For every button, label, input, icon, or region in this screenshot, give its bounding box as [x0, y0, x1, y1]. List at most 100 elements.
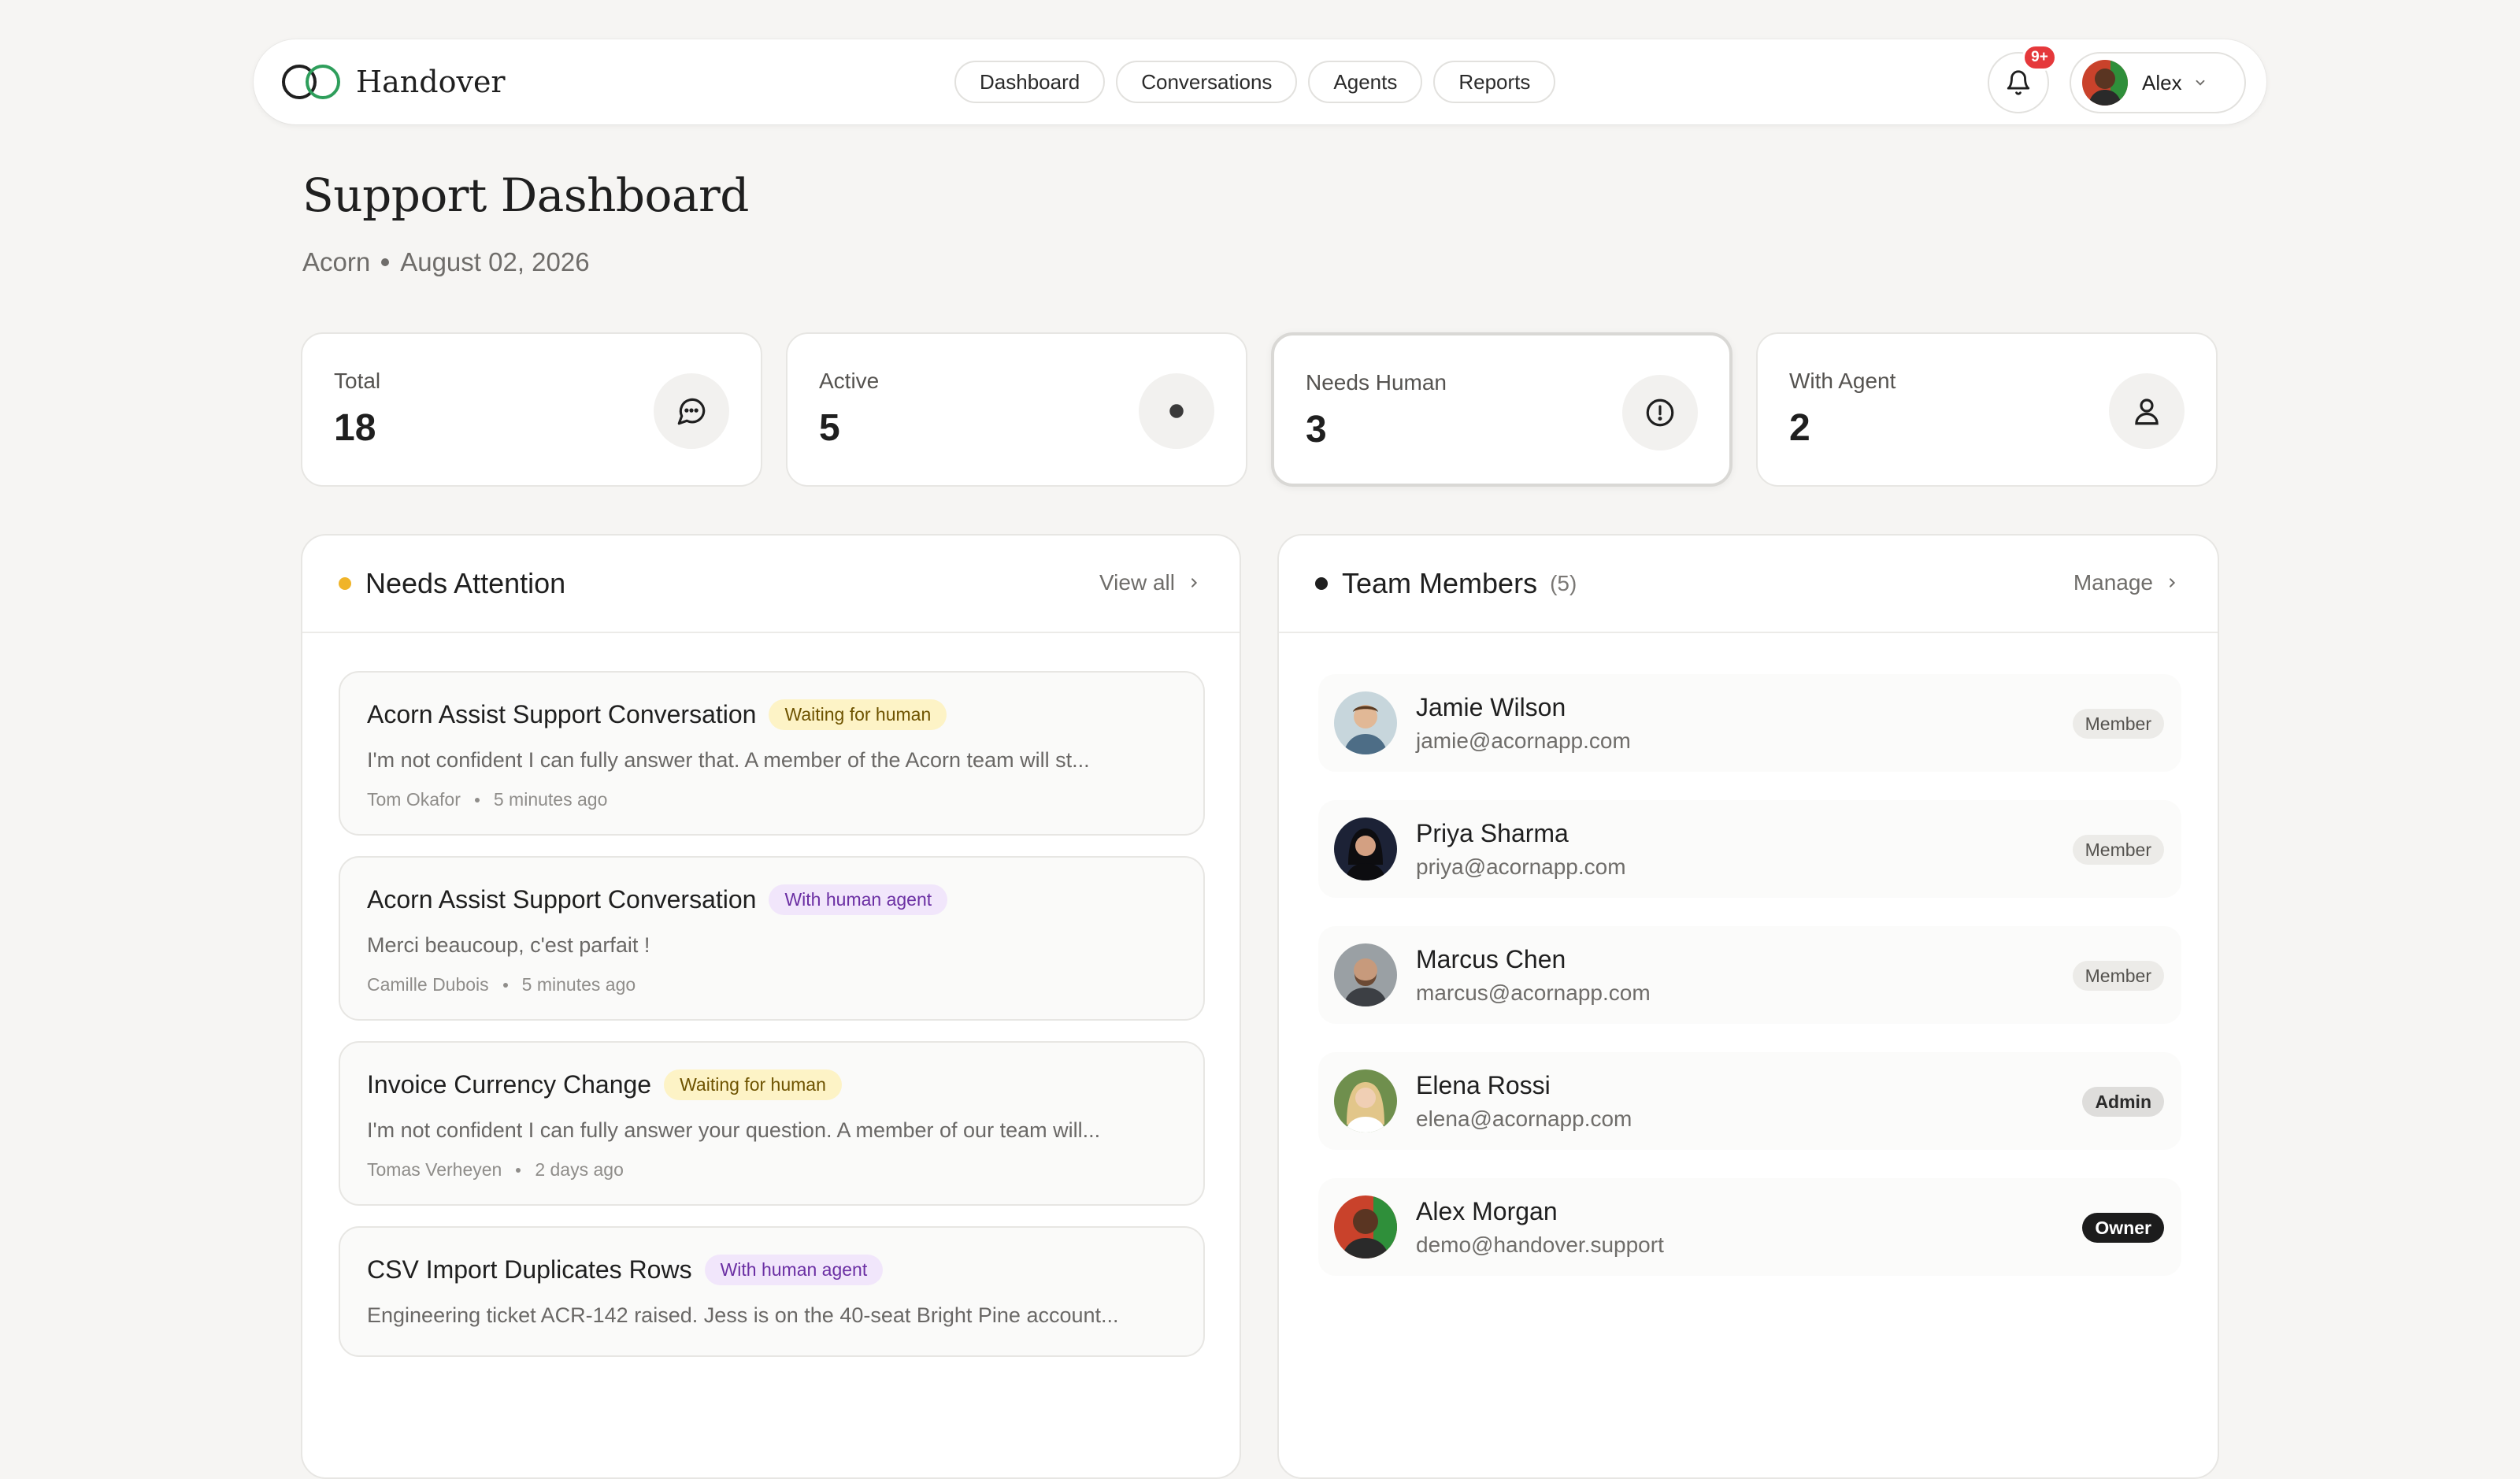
- role-badge: Member: [2072, 709, 2164, 739]
- member-row[interactable]: Priya Sharma priya@acornapp.com Member: [1318, 800, 2181, 898]
- member-row[interactable]: Jamie Wilson jamie@acornapp.com Member: [1318, 674, 2181, 772]
- top-navigation-bar: Handover Dashboard Conversations Agents …: [254, 39, 2266, 124]
- stat-card-with-agent[interactable]: With Agent 2: [1756, 332, 2218, 487]
- conversation-author: Tomas Verheyen: [367, 1159, 502, 1180]
- member-name: Priya Sharma: [1416, 818, 1569, 847]
- member-email: jamie@acornapp.com: [1416, 728, 1631, 753]
- member-name: Marcus Chen: [1416, 944, 1566, 973]
- stat-value: 2: [1789, 407, 1810, 449]
- status-badge: With human agent: [704, 1255, 884, 1285]
- conversation-time: 5 minutes ago: [521, 974, 636, 995]
- stat-label: Active: [819, 369, 880, 393]
- stat-label: Total: [334, 369, 381, 393]
- member-row[interactable]: Elena Rossi elena@acornapp.com Admin: [1318, 1052, 2181, 1150]
- member-email: elena@acornapp.com: [1416, 1106, 1632, 1131]
- member-row[interactable]: Marcus Chen marcus@acornapp.com Member: [1318, 926, 2181, 1024]
- page-date: August 02, 2026: [400, 247, 590, 276]
- stat-icon-wrapper: [1622, 375, 1698, 450]
- stat-value: 3: [1306, 409, 1327, 450]
- needs-attention-panel: Needs Attention View all Acorn Assist Su…: [301, 534, 1241, 1479]
- logo-rings-icon: [282, 63, 342, 101]
- stat-card-needs-human[interactable]: Needs Human 3: [1271, 332, 1732, 487]
- member-name: Alex Morgan: [1416, 1196, 1558, 1225]
- stat-icon-wrapper: [654, 373, 729, 449]
- chat-bubble-icon: [677, 398, 706, 425]
- conversation-title: CSV Import Duplicates Rows: [367, 1255, 692, 1284]
- member-row[interactable]: Alex Morgan demo@handover.support Owner: [1318, 1178, 2181, 1276]
- active-dot-icon: [1169, 404, 1184, 418]
- nav-agents[interactable]: Agents: [1308, 61, 1423, 103]
- conversation-preview: Engineering ticket ACR-142 raised. Jess …: [367, 1303, 1119, 1327]
- role-badge: Owner: [2082, 1213, 2164, 1243]
- nav-reports[interactable]: Reports: [1433, 61, 1556, 103]
- separator-dot: [502, 982, 508, 988]
- bell-icon: [2007, 70, 2030, 95]
- status-badge: Waiting for human: [664, 1069, 842, 1100]
- panel-header: Team Members (5) Manage: [1279, 536, 2218, 633]
- status-dot-icon: [1315, 577, 1328, 590]
- org-name: Acorn: [302, 247, 371, 276]
- member-email: marcus@acornapp.com: [1416, 980, 1651, 1005]
- main-nav: Dashboard Conversations Agents Reports: [954, 61, 1556, 103]
- separator-dot: [381, 258, 390, 266]
- user-avatar: [2082, 60, 2128, 106]
- role-badge: Admin: [2082, 1087, 2164, 1117]
- stat-value: 5: [819, 407, 840, 449]
- member-email: demo@handover.support: [1416, 1232, 1664, 1257]
- conversation-preview: I'm not confident I can fully answer you…: [367, 1118, 1101, 1142]
- conversation-author: Camille Dubois: [367, 974, 489, 995]
- conversation-preview: Merci beaucoup, c'est parfait !: [367, 933, 650, 957]
- alert-circle-icon: [1646, 398, 1674, 427]
- user-menu-button[interactable]: Alex: [2070, 52, 2246, 113]
- stat-icon-wrapper: [2109, 373, 2185, 449]
- view-all-link[interactable]: View all: [1099, 570, 1200, 595]
- manage-link[interactable]: Manage: [2073, 570, 2178, 595]
- page-title: Support Dashboard: [302, 169, 749, 222]
- stat-card-total[interactable]: Total 18: [301, 332, 762, 487]
- app-logo[interactable]: Handover: [282, 39, 506, 124]
- stat-value: 18: [334, 407, 376, 449]
- separator-dot: [474, 797, 480, 803]
- member-name: Jamie Wilson: [1416, 692, 1566, 721]
- status-badge: Waiting for human: [769, 699, 947, 730]
- member-count: (5): [1550, 571, 1577, 595]
- conversation-card[interactable]: CSV Import Duplicates Rows With human ag…: [339, 1226, 1205, 1357]
- conversation-author: Tom Okafor: [367, 789, 461, 810]
- role-badge: Member: [2072, 835, 2164, 865]
- team-members-panel: Team Members (5) Manage Jamie Wilson jam…: [1277, 534, 2219, 1479]
- status-badge: With human agent: [769, 884, 948, 915]
- stats-row: Total 18 Active 5 Needs Human 3 With Age…: [301, 332, 2218, 487]
- panel-title: Needs Attention: [365, 567, 566, 599]
- panel-header: Needs Attention View all: [302, 536, 1240, 633]
- conversation-card[interactable]: Invoice Currency Change Waiting for huma…: [339, 1041, 1205, 1206]
- conversation-preview: I'm not confident I can fully answer tha…: [367, 748, 1090, 772]
- role-badge: Member: [2072, 961, 2164, 991]
- member-avatar: [1334, 943, 1397, 1006]
- conversation-time: 2 days ago: [535, 1159, 624, 1180]
- chevron-right-icon: [1191, 578, 1198, 588]
- stat-card-active[interactable]: Active 5: [786, 332, 1247, 487]
- conversation-card[interactable]: Acorn Assist Support Conversation With h…: [339, 856, 1205, 1021]
- stat-label: With Agent: [1789, 369, 1896, 393]
- member-email: priya@acornapp.com: [1416, 854, 1626, 879]
- app-name: Handover: [356, 65, 506, 99]
- conversation-time: 5 minutes ago: [493, 789, 608, 810]
- member-list: Jamie Wilson jamie@acornapp.com Member P…: [1279, 633, 2218, 1276]
- member-avatar: [1334, 691, 1397, 754]
- chevron-down-icon: [2196, 80, 2205, 86]
- conversation-title: Acorn Assist Support Conversation: [367, 700, 757, 728]
- member-name: Elena Rossi: [1416, 1070, 1551, 1099]
- nav-conversations[interactable]: Conversations: [1116, 61, 1298, 103]
- status-dot-icon: [339, 577, 351, 590]
- member-avatar: [1334, 1195, 1397, 1258]
- page-subtitle: Acorn August 02, 2026: [302, 247, 590, 277]
- member-avatar: [1334, 1069, 1397, 1132]
- view-all-label: View all: [1099, 570, 1175, 595]
- conversation-card[interactable]: Acorn Assist Support Conversation Waitin…: [339, 671, 1205, 836]
- person-icon: [2135, 398, 2159, 425]
- nav-dashboard[interactable]: Dashboard: [954, 61, 1106, 103]
- separator-dot: [516, 1167, 521, 1173]
- member-avatar: [1334, 817, 1397, 880]
- notification-count-badge: 9+: [2022, 44, 2057, 71]
- conversation-list: Acorn Assist Support Conversation Waitin…: [302, 633, 1240, 1357]
